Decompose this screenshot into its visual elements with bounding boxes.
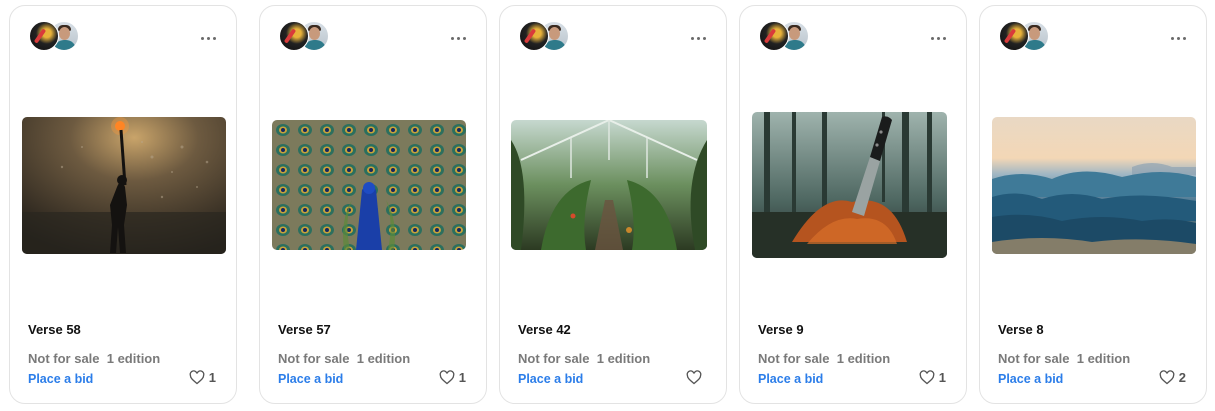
like-button[interactable]: 2 — [1159, 370, 1186, 385]
like-button[interactable]: 1 — [439, 370, 466, 385]
sale-status: Not for sale 1 edition — [28, 351, 161, 366]
artwork-title[interactable]: Verse 9 — [758, 322, 804, 337]
heart-outline-icon — [189, 370, 205, 385]
like-count: 2 — [1178, 370, 1186, 385]
nft-card[interactable]: Verse 8 Not for sale 1 edition Place a b… — [979, 5, 1207, 404]
avatar[interactable] — [519, 21, 549, 51]
artwork-title[interactable]: Verse 58 — [28, 322, 81, 337]
place-bid-link[interactable]: Place a bid — [28, 372, 93, 386]
artwork-image[interactable] — [992, 117, 1196, 254]
creator-avatars[interactable] — [279, 21, 331, 53]
more-options-icon[interactable] — [1168, 28, 1188, 48]
artwork-image[interactable] — [22, 117, 226, 254]
like-count: 1 — [208, 370, 216, 385]
like-count: 1 — [938, 370, 946, 385]
creator-avatars[interactable] — [999, 21, 1051, 53]
avatar[interactable] — [29, 21, 59, 51]
artwork-image[interactable] — [511, 120, 707, 250]
nft-card[interactable]: Verse 57 Not for sale 1 edition Place a … — [259, 5, 487, 404]
more-options-icon[interactable] — [448, 28, 468, 48]
artwork-title[interactable]: Verse 8 — [998, 322, 1044, 337]
more-options-icon[interactable] — [198, 28, 218, 48]
sale-status: Not for sale 1 edition — [998, 351, 1131, 366]
artwork-image[interactable] — [272, 120, 466, 250]
like-button[interactable]: 1 — [189, 370, 216, 385]
nft-card[interactable]: Verse 42 Not for sale 1 edition Place a … — [499, 5, 727, 404]
heart-outline-icon — [686, 370, 702, 385]
heart-outline-icon — [1159, 370, 1175, 385]
place-bid-link[interactable]: Place a bid — [998, 372, 1063, 386]
like-button[interactable]: 1 — [919, 370, 946, 385]
creator-avatars[interactable] — [29, 21, 81, 53]
nft-card[interactable]: Verse 58 Not for sale 1 edition Place a … — [9, 5, 237, 404]
artwork-image[interactable] — [752, 112, 947, 258]
like-count: 1 — [458, 370, 466, 385]
avatar[interactable] — [759, 21, 789, 51]
avatar[interactable] — [999, 21, 1029, 51]
sale-status: Not for sale 1 edition — [758, 351, 891, 366]
place-bid-link[interactable]: Place a bid — [518, 372, 583, 386]
more-options-icon[interactable] — [688, 28, 708, 48]
heart-outline-icon — [919, 370, 935, 385]
place-bid-link[interactable]: Place a bid — [758, 372, 823, 386]
nft-card[interactable]: Verse 9 Not for sale 1 edition Place a b… — [739, 5, 967, 404]
sale-status: Not for sale 1 edition — [278, 351, 411, 366]
artwork-title[interactable]: Verse 57 — [278, 322, 331, 337]
heart-outline-icon — [439, 370, 455, 385]
artwork-title[interactable]: Verse 42 — [518, 322, 571, 337]
avatar[interactable] — [279, 21, 309, 51]
creator-avatars[interactable] — [759, 21, 811, 53]
creator-avatars[interactable] — [519, 21, 571, 53]
place-bid-link[interactable]: Place a bid — [278, 372, 343, 386]
sale-status: Not for sale 1 edition — [518, 351, 651, 366]
like-button[interactable] — [686, 370, 706, 385]
more-options-icon[interactable] — [928, 28, 948, 48]
